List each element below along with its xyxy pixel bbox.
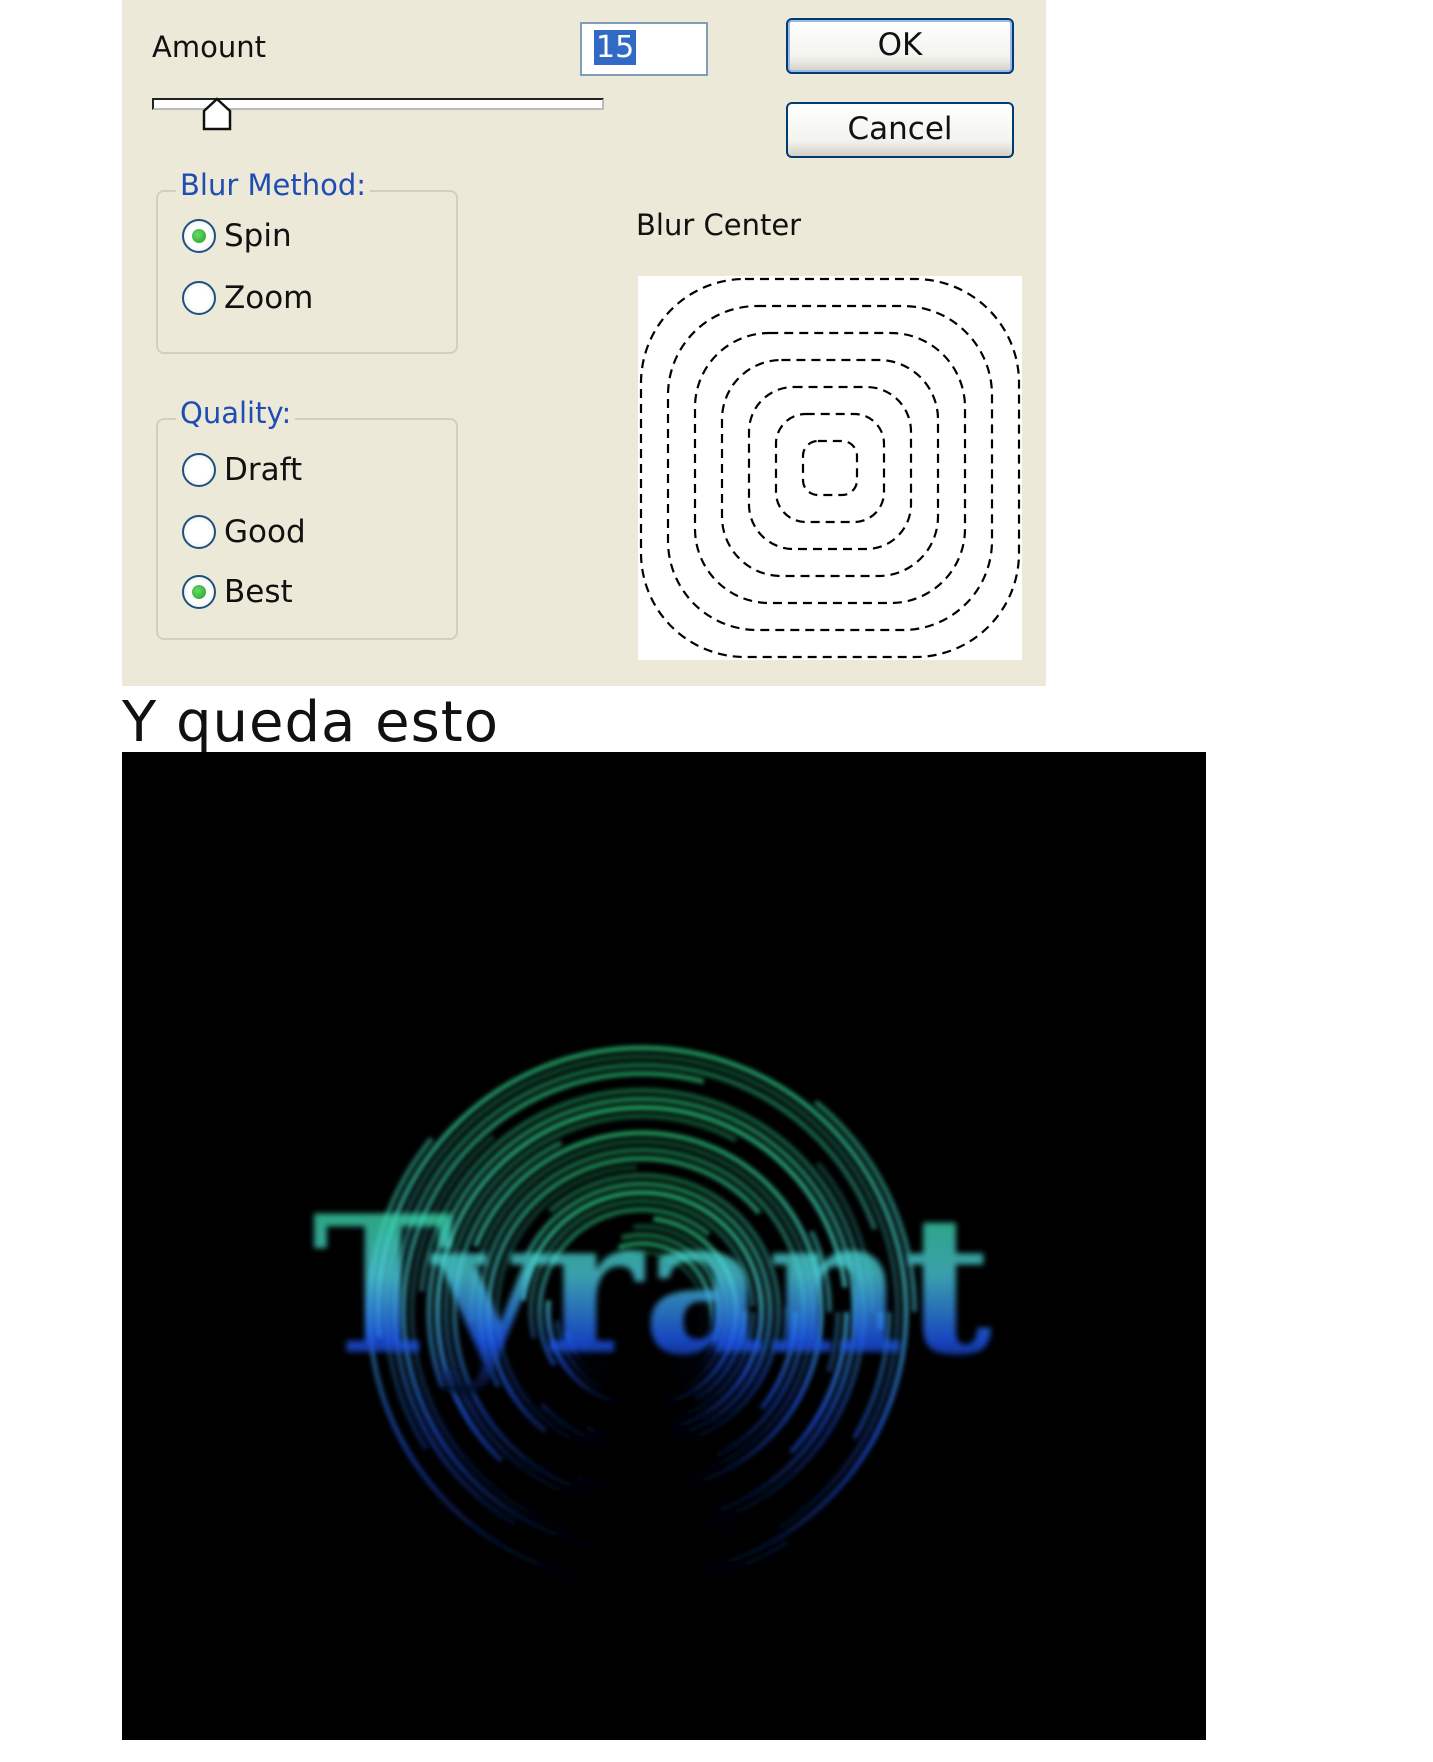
caption-text: Y queda esto — [122, 690, 500, 755]
radio-best[interactable]: Best — [182, 572, 293, 612]
result-image: Tyrant — [122, 752, 1206, 1740]
radio-spin-label: Spin — [224, 218, 292, 254]
radio-draft-label: Draft — [224, 452, 303, 488]
blur-center-preview[interactable] — [638, 276, 1022, 660]
blur-center-label: Blur Center — [636, 208, 802, 242]
radio-good-label: Good — [224, 514, 306, 550]
quality-title: Quality: — [176, 396, 296, 430]
result-text: Tyrant — [312, 1174, 992, 1397]
amount-value: 15 — [594, 30, 637, 65]
radio-good[interactable]: Good — [182, 512, 306, 552]
radio-best-button[interactable] — [182, 575, 216, 609]
radio-spin[interactable]: Spin — [182, 216, 292, 256]
ok-button[interactable]: OK — [786, 18, 1014, 74]
blur-center-ring — [639, 277, 1021, 659]
radio-zoom[interactable]: Zoom — [182, 278, 313, 318]
blur-center-ring — [747, 385, 913, 551]
blur-method-group: Blur Method: Spin Zoom — [156, 168, 458, 354]
blur-center-pattern — [639, 277, 1021, 659]
radio-draft-button[interactable] — [182, 453, 216, 487]
quality-group: Quality: Draft Good Best — [156, 396, 458, 640]
radio-zoom-button[interactable] — [182, 281, 216, 315]
radio-best-label: Best — [224, 574, 293, 610]
cancel-button[interactable]: Cancel — [786, 102, 1014, 158]
blur-center-ring — [774, 412, 886, 524]
amount-input[interactable]: 15 — [580, 22, 708, 76]
blur-center-ring — [693, 331, 967, 605]
amount-slider-thumb[interactable] — [202, 97, 232, 131]
blur-method-title: Blur Method: — [176, 168, 371, 202]
blur-center-ring — [720, 358, 940, 578]
radio-draft[interactable]: Draft — [182, 450, 302, 490]
amount-label: Amount — [152, 30, 266, 64]
radial-blur-dialog: Amount 15 OK Cancel Blur Method: Spin Zo… — [122, 0, 1046, 686]
radio-zoom-label: Zoom — [224, 280, 314, 316]
blur-center-ring — [801, 439, 859, 497]
radio-good-button[interactable] — [182, 515, 216, 549]
radio-spin-button[interactable] — [182, 219, 216, 253]
